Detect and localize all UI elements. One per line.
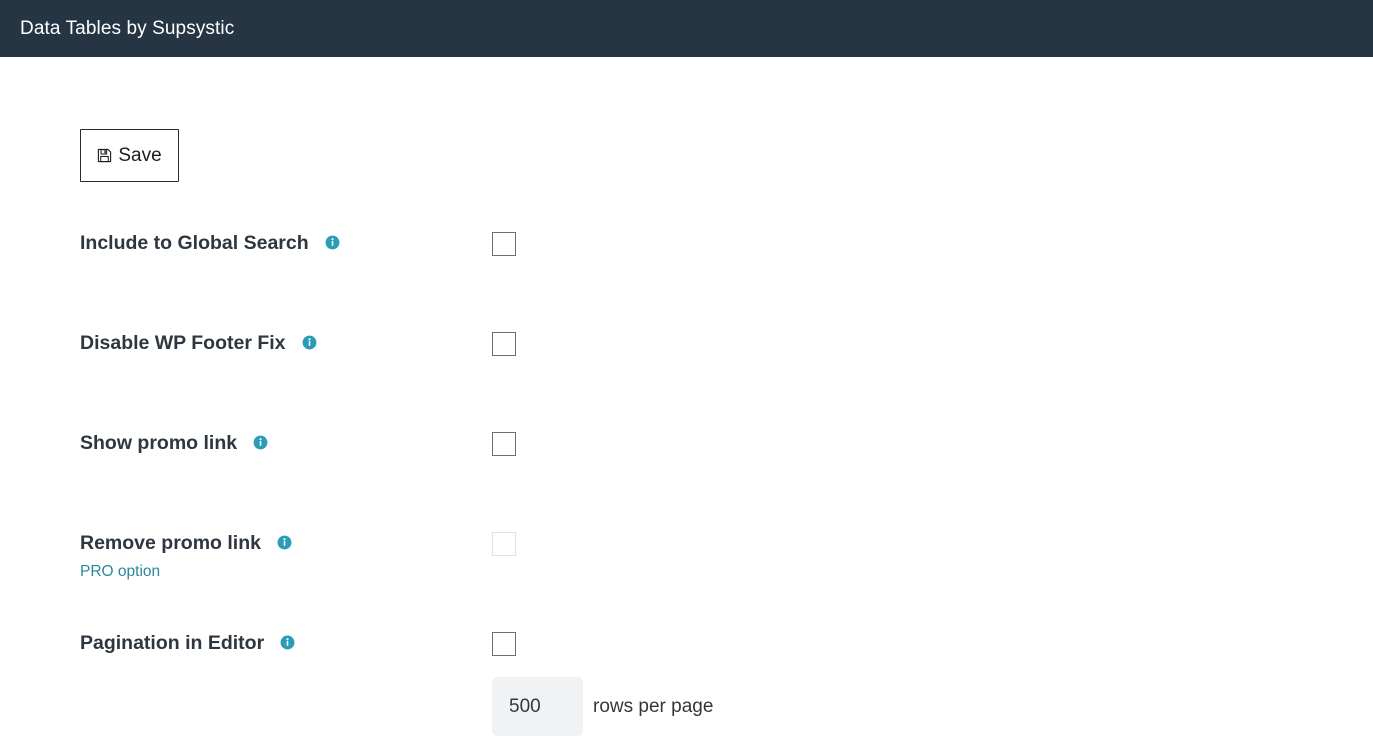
setting-row-include-to-global-search: Include to Global Search bbox=[0, 215, 1373, 315]
info-icon[interactable] bbox=[280, 635, 295, 650]
setting-label: Pagination in Editor bbox=[80, 632, 265, 654]
setting-label: Include to Global Search bbox=[80, 232, 309, 254]
setting-label-wrap: Remove promo link bbox=[80, 531, 292, 555]
setting-label: Disable WP Footer Fix bbox=[80, 332, 286, 354]
setting-label-wrap: Pagination in Editor bbox=[80, 631, 295, 655]
rows-per-page-group: rows per page bbox=[0, 677, 713, 736]
setting-label-wrap: Disable WP Footer Fix bbox=[80, 331, 317, 355]
save-button-label: Save bbox=[118, 145, 162, 166]
info-icon[interactable] bbox=[277, 535, 292, 550]
checkbox-include-to-global-search[interactable] bbox=[492, 232, 516, 256]
checkbox-pagination-in-editor[interactable] bbox=[492, 632, 516, 656]
setting-label: Show promo link bbox=[80, 432, 238, 454]
app-header: Data Tables by Supsystic bbox=[0, 0, 1373, 57]
setting-row-show-promo-link: Show promo link bbox=[0, 415, 1373, 515]
pro-option-label[interactable]: PRO option bbox=[80, 562, 160, 582]
page-title: Data Tables by Supsystic bbox=[20, 17, 235, 39]
info-icon[interactable] bbox=[302, 335, 317, 350]
setting-label-wrap: Show promo link bbox=[80, 431, 268, 455]
setting-label-wrap: Include to Global Search bbox=[80, 231, 340, 255]
info-icon[interactable] bbox=[253, 435, 268, 450]
rows-per-page-label: rows per page bbox=[593, 696, 714, 717]
settings-list: Include to Global Search Disable WP Foot… bbox=[0, 215, 1373, 715]
checkbox-remove-promo-link bbox=[492, 532, 516, 556]
info-icon[interactable] bbox=[325, 235, 340, 250]
setting-label: Remove promo link bbox=[80, 532, 261, 554]
checkbox-show-promo-link[interactable] bbox=[492, 432, 516, 456]
save-button[interactable]: Save bbox=[80, 129, 179, 182]
floppy-disk-icon bbox=[97, 148, 112, 163]
rows-per-page-input[interactable] bbox=[492, 677, 583, 736]
setting-row-remove-promo-link: Remove promo link PRO option bbox=[0, 515, 1373, 615]
checkbox-disable-wp-footer-fix[interactable] bbox=[492, 332, 516, 356]
settings-page-content: Save Include to Global Search Disable WP… bbox=[0, 57, 1373, 736]
setting-row-disable-wp-footer-fix: Disable WP Footer Fix bbox=[0, 315, 1373, 415]
